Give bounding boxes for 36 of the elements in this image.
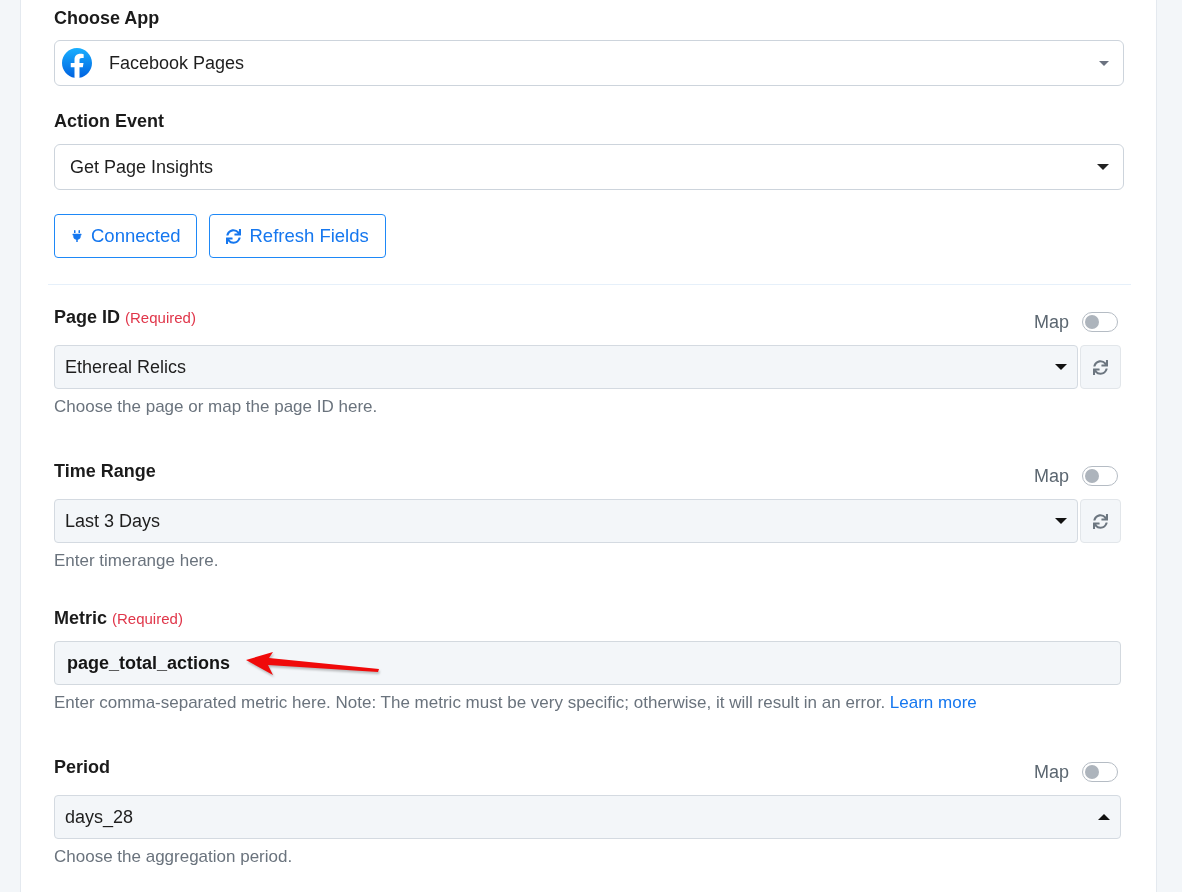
field-label: Period [54,756,110,779]
dropdown-select[interactable]: Ethereal Relics [54,345,1078,389]
map-toggle[interactable] [1082,762,1118,782]
refresh-button[interactable] [1080,345,1121,389]
help-text: Enter comma-separated metric here. Note: The metric must be very specific; otherwise, it will result in an error. Learn more [54,692,978,714]
help-text: Choose the page or map the page ID here. [54,396,379,418]
connection-button[interactable]: Connected [54,214,198,258]
learn-more-link[interactable]: Learn more [889,693,977,712]
refresh-button[interactable] [1080,499,1121,543]
map-toggle[interactable] [1082,466,1118,486]
field-label: Choose App [54,7,161,30]
required-note: (Required) [112,610,183,627]
refresh-icon [226,228,242,244]
caret-down-icon [1099,60,1109,66]
refresh-icon [1093,513,1108,529]
map-label: Map [1034,311,1069,334]
map-toggle[interactable] [1082,312,1118,332]
dropdown-select[interactable]: days_28 [54,795,1121,839]
field-label: Page ID [54,306,121,329]
field-label: Metric [54,607,107,630]
map-label: Map [1034,761,1069,784]
field-label: Action Event [54,110,165,133]
plug-icon [71,230,83,242]
dropdown-select[interactable]: Last 3 Days [54,499,1078,543]
app-logo-icon [62,48,92,78]
event-select[interactable]: Get Page Insights [54,144,1124,190]
help-text: Choose the aggregation period. [54,846,294,868]
field-label: Time Range [54,460,156,483]
required-note: (Required) [125,309,196,326]
app-select[interactable]: Facebook Pages [54,40,1124,86]
refresh-icon [1093,359,1108,375]
text-input[interactable]: page_total_actions [54,641,1121,685]
refresh-fields-button[interactable]: Refresh Fields [209,214,386,258]
map-label: Map [1034,465,1069,488]
help-text: Enter timerange here. [54,550,220,572]
caret-down-icon [1097,164,1109,170]
